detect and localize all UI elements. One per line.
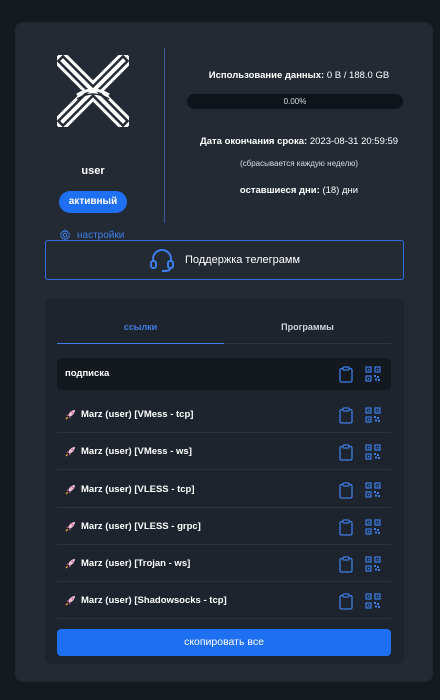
link-label-text: Marz (user) [Shadowsocks - tcp] (81, 595, 227, 606)
user-card: user активный настройки Использование да… (15, 22, 433, 682)
link-row: Marz (user) [VLESS - grpc] (57, 508, 391, 545)
rocket-icon (65, 409, 76, 420)
expiry-value: 2023-08-31 20:59:59 (309, 136, 399, 147)
tab-bar: ссылки Программы (57, 320, 391, 344)
row-actions (339, 366, 381, 383)
tab-links[interactable]: ссылки (57, 320, 224, 344)
qr-code-icon[interactable] (365, 593, 381, 609)
rocket-icon (65, 558, 76, 569)
clipboard-icon[interactable] (339, 593, 353, 610)
remaining-value: (18) дни (322, 185, 359, 196)
remaining-days: оставшиеся дни: (18) дни (187, 185, 411, 196)
tab-programs[interactable]: Программы (224, 320, 391, 344)
link-label-text: Marz (user) [VLESS - grpc] (81, 521, 201, 532)
telegram-support-button[interactable]: Поддержка телеграмм (45, 240, 404, 280)
link-row: Marz (user) [Trojan - ws] (57, 545, 391, 582)
link-label-text: Marz (user) [Trojan - ws] (81, 558, 191, 569)
link-row: Marz (user) [VMess - ws] (57, 433, 391, 470)
clipboard-icon[interactable] (339, 407, 353, 424)
row-actions (339, 482, 381, 499)
reset-note: (сбрасывается каждую неделю) (239, 159, 359, 168)
row-actions (339, 444, 381, 461)
expiry-label: Дата окончания срока: (199, 136, 308, 147)
link-row: Marz (user) [VMess - tcp] (57, 396, 391, 433)
subscription-label: подписка (65, 368, 110, 379)
row-actions (339, 556, 381, 573)
qr-code-icon[interactable] (365, 519, 381, 535)
link-label-text: Marz (user) [VMess - ws] (81, 446, 192, 457)
link-label: Marz (user) [VLESS - grpc] (65, 508, 201, 545)
subscription-row: подписка (57, 358, 391, 390)
row-actions (339, 593, 381, 610)
data-usage-value: 0 B / 188.0 GB (326, 70, 390, 81)
clipboard-icon[interactable] (339, 556, 353, 573)
row-actions (339, 519, 381, 536)
settings-label: настройки (77, 229, 125, 241)
clipboard-icon[interactable] (339, 519, 353, 536)
headset-icon (149, 249, 174, 272)
rocket-icon (65, 595, 76, 606)
qr-code-icon[interactable] (365, 482, 381, 498)
support-label: Поддержка телеграмм (184, 254, 301, 266)
link-label-text: Marz (user) [VLESS - tcp] (81, 484, 195, 495)
data-usage: Использование данных: 0 B / 188.0 GB (187, 70, 411, 81)
remaining-label: оставшиеся дни: (239, 185, 320, 196)
profile-section: user активный настройки (15, 47, 165, 247)
link-label: Marz (user) [Shadowsocks - tcp] (65, 582, 227, 619)
link-label: Marz (user) [VMess - ws] (65, 433, 192, 470)
clipboard-icon[interactable] (339, 444, 353, 461)
rocket-icon (65, 521, 76, 532)
link-label: Marz (user) [VMess - tcp] (65, 396, 193, 433)
expiry-date: Дата окончания срока: 2023-08-31 20:59:5… (187, 136, 411, 147)
link-label: Marz (user) [Trojan - ws] (65, 545, 190, 582)
rocket-icon (65, 484, 76, 495)
link-label-text: Marz (user) [VMess - tcp] (81, 409, 194, 420)
link-row: Marz (user) [Shadowsocks - tcp] (57, 582, 391, 619)
vertical-divider (164, 48, 165, 223)
links-panel: ссылки Программы подписка Marz (user) [V… (45, 298, 404, 664)
qr-code-icon[interactable] (365, 444, 381, 460)
clipboard-icon[interactable] (339, 482, 353, 499)
rocket-icon (65, 446, 76, 457)
row-actions (339, 407, 381, 424)
qr-code-icon[interactable] (365, 556, 381, 572)
xray-logo-icon (57, 55, 129, 127)
clipboard-icon[interactable] (339, 366, 353, 383)
usage-progress-text: 0.00% (283, 97, 307, 106)
qr-code-icon[interactable] (365, 366, 381, 382)
link-label: Marz (user) [VLESS - tcp] (65, 471, 195, 508)
username: user (81, 165, 105, 177)
usage-section: Использование данных: 0 B / 188.0 GB 0.0… (187, 70, 411, 196)
usage-progress-bar: 0.00% (187, 94, 403, 109)
link-row: Marz (user) [VLESS - tcp] (57, 471, 391, 508)
copy-all-button[interactable]: скопировать все (57, 629, 391, 656)
data-usage-label: Использование данных: (208, 70, 325, 81)
qr-code-icon[interactable] (365, 407, 381, 423)
status-badge: активный (59, 191, 127, 213)
